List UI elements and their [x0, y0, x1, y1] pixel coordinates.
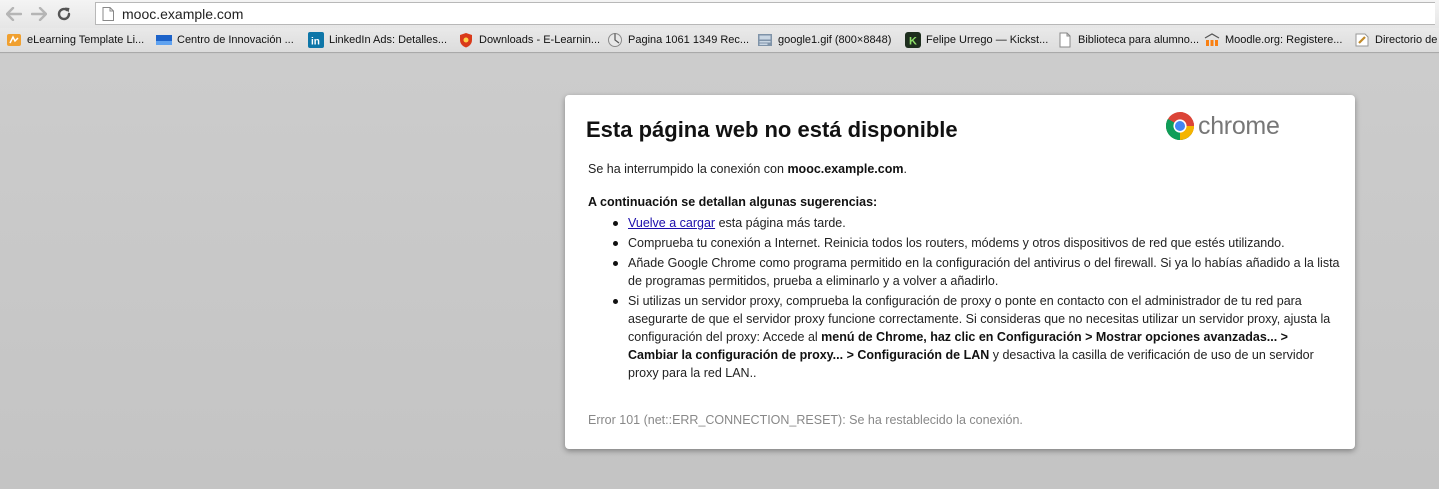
error-code: Error 101 (net::ERR_CONNECTION_RESET): S… — [588, 413, 1023, 427]
bookmark-item[interactable]: Biblioteca para alumno... — [1057, 28, 1204, 52]
back-arrow-icon — [6, 7, 22, 21]
suggestion-reload-text: esta página más tarde. — [715, 216, 846, 230]
kickstarter-icon: K — [905, 32, 921, 48]
bookmark-label: Biblioteca para alumno... — [1078, 34, 1200, 46]
bookmark-label: Felipe Urrego — Kickst... — [926, 34, 1049, 46]
suggestions-list: Vuelve a cargar esta página más tarde. C… — [613, 214, 1340, 384]
reload-icon — [57, 7, 71, 21]
forward-arrow-icon — [31, 7, 47, 21]
chrome-logo: chrome — [1165, 111, 1280, 141]
address-url[interactable]: mooc.example.com — [122, 6, 243, 22]
back-button[interactable] — [3, 3, 25, 25]
connection-message-suffix: . — [903, 162, 907, 176]
globe-icon — [607, 32, 623, 48]
chrome-logo-text: chrome — [1198, 111, 1280, 140]
connection-host: mooc.example.com — [787, 162, 904, 176]
svg-text:in: in — [311, 37, 320, 48]
bookmark-item[interactable]: Pagina 1061 1349 Rec... — [607, 28, 757, 52]
bookmark-item[interactable]: K Felipe Urrego — Kickst... — [905, 28, 1057, 52]
bookmarks-bar: eLearning Template Li... Centro de Innova… — [0, 28, 1439, 53]
pen-icon — [1354, 32, 1370, 48]
bookmark-label: Downloads - E-Learnin... — [479, 34, 601, 46]
bookmark-item[interactable]: eLearning Template Li... — [6, 28, 156, 52]
error-panel: Esta página web no está disponible chrom… — [565, 95, 1355, 449]
connection-message-prefix: Se ha interrumpido la conexión con — [588, 162, 788, 176]
suggestions-heading: A continuación se detallan algunas suger… — [588, 195, 878, 209]
moodle-icon — [1204, 32, 1220, 48]
blue-square-icon — [156, 32, 172, 48]
chrome-logo-icon — [1166, 112, 1194, 140]
bookmark-item[interactable]: in LinkedIn Ads: Detalles... — [308, 28, 458, 52]
shield-icon — [458, 32, 474, 48]
reload-link[interactable]: Vuelve a cargar — [628, 216, 715, 230]
suggestion-proxy: Si utilizas un servidor proxy, comprueba… — [613, 292, 1340, 382]
elearning-icon — [6, 32, 22, 48]
document-icon — [1057, 32, 1073, 48]
connection-message: Se ha interrumpido la conexión con mooc.… — [588, 162, 907, 176]
page-icon — [102, 6, 114, 21]
suggestion-firewall: Añade Google Chrome como programa permit… — [613, 256, 1340, 288]
bookmark-item[interactable]: Centro de Innovación ... — [156, 28, 308, 52]
bookmark-item[interactable]: Directorio de — [1354, 28, 1439, 52]
browser-toolbar: mooc.example.com — [0, 0, 1439, 28]
image-icon — [757, 32, 773, 48]
suggestion-check-connection: Comprueba tu conexión a Internet. Reinic… — [613, 234, 1340, 252]
bookmark-item[interactable]: google1.gif (800×8848) — [757, 28, 905, 52]
bookmark-label: eLearning Template Li... — [27, 34, 145, 46]
bookmark-label: Centro de Innovación ... — [177, 34, 294, 46]
bookmark-item[interactable]: Moodle.org: Registere... — [1204, 28, 1354, 52]
bookmark-label: LinkedIn Ads: Detalles... — [329, 34, 448, 46]
svg-text:K: K — [909, 36, 917, 48]
bookmark-label: google1.gif (800×8848) — [778, 34, 892, 46]
forward-button[interactable] — [28, 3, 50, 25]
suggestion-reload: Vuelve a cargar esta página más tarde. — [613, 214, 1340, 232]
bookmark-label: Pagina 1061 1349 Rec... — [628, 34, 750, 46]
bookmark-label: Directorio de — [1375, 34, 1438, 46]
bookmark-label: Moodle.org: Registere... — [1225, 34, 1343, 46]
linkedin-icon: in — [308, 32, 324, 48]
address-bar[interactable]: mooc.example.com — [95, 2, 1435, 25]
reload-button[interactable] — [53, 3, 75, 25]
bookmark-item[interactable]: Downloads - E-Learnin... — [458, 28, 607, 52]
error-title: Esta página web no está disponible — [586, 117, 958, 142]
